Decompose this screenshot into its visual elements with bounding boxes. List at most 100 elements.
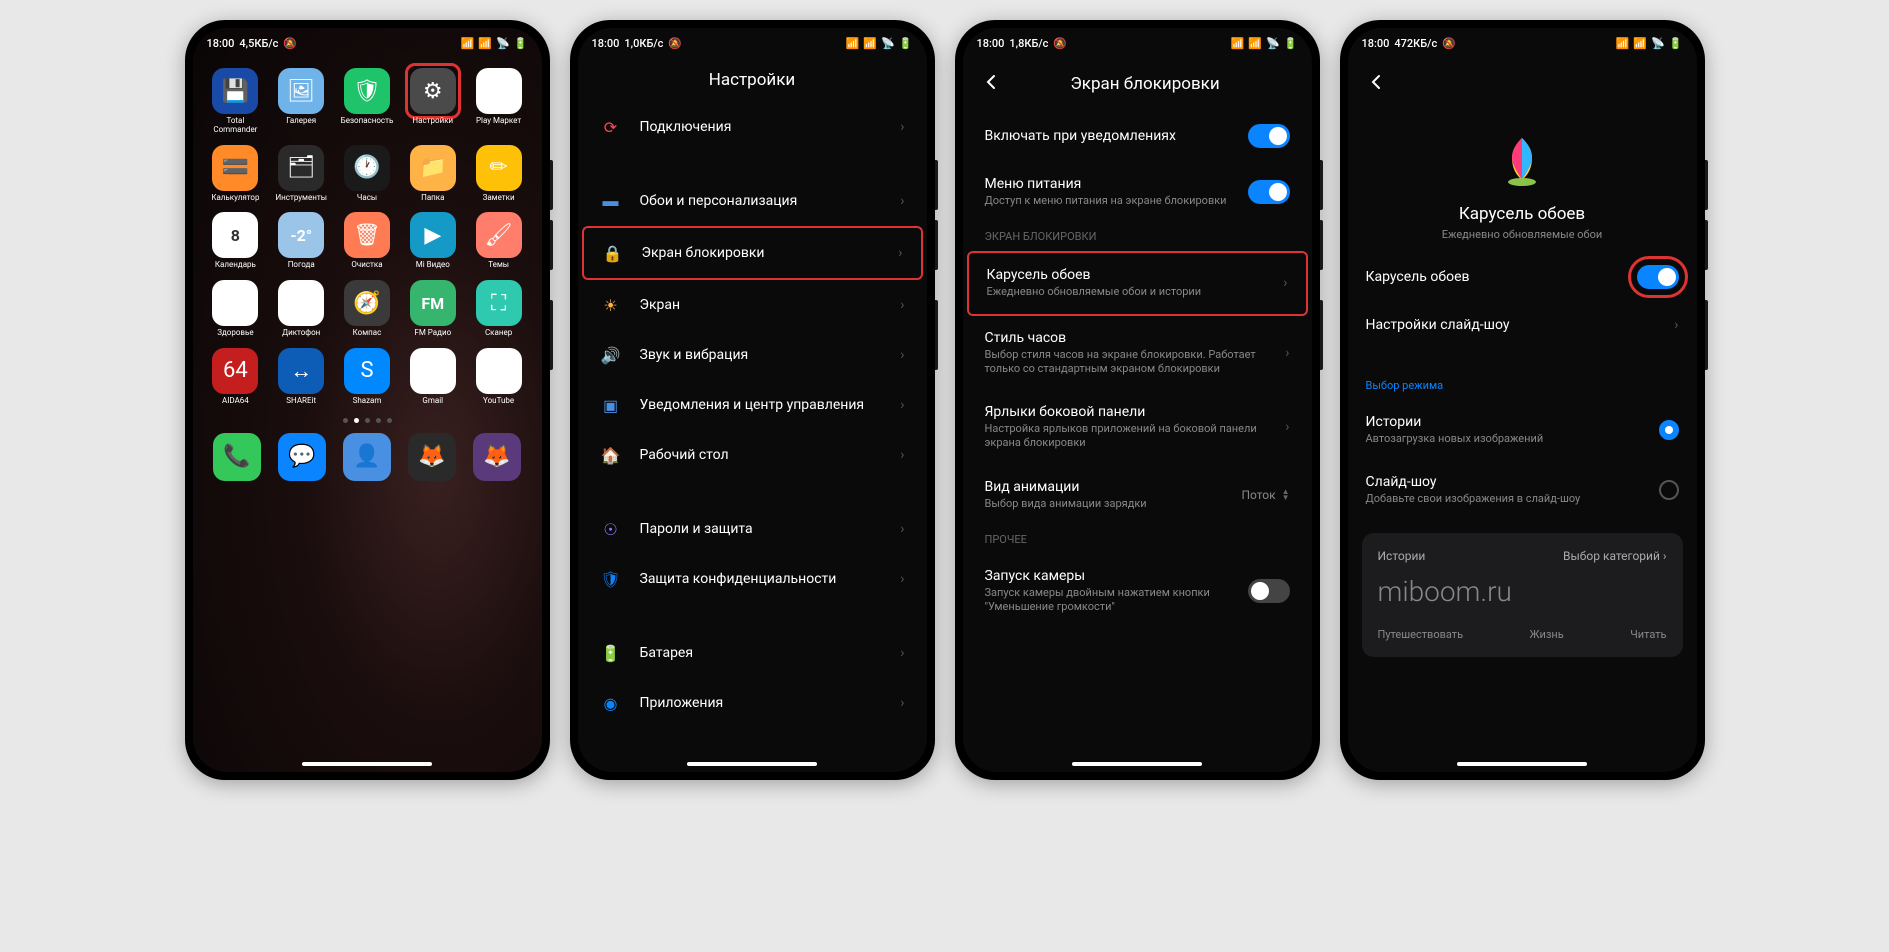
app-погода[interactable]: -2°Погода — [270, 212, 332, 270]
battery-icon: 🔋 — [899, 37, 913, 50]
volume-up-btn[interactable] — [550, 160, 553, 210]
tag[interactable]: Жизнь — [1530, 628, 1564, 641]
settings-row[interactable]: ☀Экран› — [582, 280, 923, 330]
row-clock-style[interactable]: Стиль часов Выбор стиля часов на экране … — [967, 316, 1308, 391]
settings-row[interactable]: ▬Обои и персонализация› — [582, 176, 923, 226]
app-папка[interactable]: 📁Папка — [402, 145, 464, 203]
dock-app[interactable]: 🦊 — [473, 433, 521, 481]
app-здоровье[interactable]: ❤Здоровье — [205, 280, 267, 338]
dock-app[interactable]: 💬 — [278, 433, 326, 481]
setting-value: Поток — [1241, 488, 1275, 502]
settings-row[interactable]: ◉Приложения› — [582, 678, 923, 728]
volume-down-btn[interactable] — [550, 220, 553, 270]
radio-selected[interactable] — [1659, 420, 1679, 440]
app-темы[interactable]: 🖌Темы — [468, 212, 530, 270]
settings-row[interactable]: ▣Уведомления и центр управления› — [582, 380, 923, 430]
story-card[interactable]: Истории Выбор категорий › miboom.ru Путе… — [1362, 533, 1683, 657]
dock-app[interactable]: 👤 — [343, 433, 391, 481]
status-bar: 18:00 1,0КБ/с 🔕 📶 📶 📡 🔋 — [578, 28, 927, 58]
app-заметки[interactable]: ✏Заметки — [468, 145, 530, 203]
row-animation-type[interactable]: Вид анимации Выбор вида анимации зарядки… — [967, 465, 1308, 525]
app-настройки[interactable]: ⚙Настройки — [402, 68, 464, 135]
setting-icon: ⟳ — [600, 116, 622, 138]
settings-row[interactable]: 🔊Звук и вибрация› — [582, 330, 923, 380]
tag[interactable]: Читать — [1630, 628, 1666, 641]
settings-row[interactable]: 🛡Защита конфиденциальности› — [582, 554, 923, 604]
toggle[interactable] — [1248, 180, 1290, 204]
toggle[interactable] — [1248, 124, 1290, 148]
nav-indicator[interactable] — [1457, 762, 1587, 766]
page-dot[interactable] — [387, 418, 392, 423]
app-безопасность[interactable]: 🛡Безопасность — [336, 68, 398, 135]
app-компас[interactable]: 🧭Компас — [336, 280, 398, 338]
app-галерея[interactable]: 🖼Галерея — [270, 68, 332, 135]
row-wallpaper-carousel[interactable]: Карусель обоев Ежедневно обновляемые обо… — [967, 251, 1308, 315]
card-right-link[interactable]: Выбор категорий › — [1563, 549, 1667, 563]
toggle[interactable] — [1248, 579, 1290, 603]
volume-down-btn[interactable] — [935, 220, 938, 270]
page-dot[interactable] — [354, 418, 359, 423]
app-shareit[interactable]: ↔SHAREit — [270, 348, 332, 406]
row-camera-launch[interactable]: Запуск камеры Запуск камеры двойным нажа… — [967, 554, 1308, 629]
back-button[interactable] — [979, 70, 1003, 98]
app-gmail[interactable]: MGmail — [402, 348, 464, 406]
volume-down-btn[interactable] — [1320, 220, 1323, 270]
settings-row[interactable]: 🔋Батарея› — [582, 628, 923, 678]
setting-title: Запуск камеры — [985, 568, 1230, 584]
app-очистка[interactable]: 🗑Очистка — [336, 212, 398, 270]
tag[interactable]: Путешествовать — [1378, 628, 1464, 641]
dock-app[interactable]: 📞 — [213, 433, 261, 481]
row-power-menu[interactable]: Меню питания Доступ к меню питания на эк… — [967, 162, 1308, 222]
app-total-commander[interactable]: 💾Total Commander — [205, 68, 267, 135]
nav-indicator[interactable] — [1072, 762, 1202, 766]
power-btn[interactable] — [550, 300, 553, 370]
nav-indicator[interactable] — [302, 762, 432, 766]
row-side-shortcuts[interactable]: Ярлыки боковой панели Настройка ярлыков … — [967, 390, 1308, 465]
app-icon: ⚙ — [410, 68, 456, 114]
app-диктофон[interactable]: ⏺Диктофон — [270, 280, 332, 338]
app-play-маркет[interactable]: ▶Play Маркет — [468, 68, 530, 135]
volume-up-btn[interactable] — [1705, 160, 1708, 210]
power-btn[interactable] — [935, 300, 938, 370]
app-aida64[interactable]: 64AIDA64 — [205, 348, 267, 406]
settings-row[interactable]: 🏠Рабочий стол› — [582, 430, 923, 480]
app-shazam[interactable]: SShazam — [336, 348, 398, 406]
power-btn[interactable] — [1320, 300, 1323, 370]
toggle-carousel[interactable] — [1637, 265, 1679, 289]
app-калькулятор[interactable]: 🟰Калькулятор — [205, 145, 267, 203]
app-сканер[interactable]: ⛶Сканер — [468, 280, 530, 338]
app-icon: 🛡 — [344, 68, 390, 114]
app-календарь[interactable]: 8Календарь — [205, 212, 267, 270]
app-youtube[interactable]: ▶YouTube — [468, 348, 530, 406]
setting-sub: Запуск камеры двойным нажатием кнопки "У… — [985, 586, 1230, 615]
app-инструменты[interactable]: 🗂Инструменты — [270, 145, 332, 203]
page-dot[interactable] — [365, 418, 370, 423]
dock-app[interactable]: 🦊 — [408, 433, 456, 481]
app-label: SHAREit — [286, 397, 316, 406]
header: Настройки — [578, 58, 927, 102]
settings-row[interactable]: ☉Пароли и защита› — [582, 504, 923, 554]
row-carousel-toggle[interactable]: Карусель обоев — [1348, 251, 1697, 303]
setting-title: Истории — [1366, 414, 1641, 430]
volume-up-btn[interactable] — [1320, 160, 1323, 210]
setting-icon: ◉ — [600, 692, 622, 714]
app-fm-радио[interactable]: FMFM Радио — [402, 280, 464, 338]
settings-row[interactable]: ⟳Подключения› — [582, 102, 923, 152]
row-slideshow-settings[interactable]: Настройки слайд-шоу › — [1348, 303, 1697, 347]
power-btn[interactable] — [1705, 300, 1708, 370]
row-mode-stories[interactable]: Истории Автозагрузка новых изображений — [1348, 400, 1697, 460]
app-mi-видео[interactable]: ▶Mi Видео — [402, 212, 464, 270]
nav-indicator[interactable] — [687, 762, 817, 766]
chevron-right-icon: › — [900, 119, 904, 135]
volume-up-btn[interactable] — [935, 160, 938, 210]
row-mode-slideshow[interactable]: Слайд-шоу Добавьте свои изображения в сл… — [1348, 460, 1697, 520]
back-button[interactable] — [1364, 70, 1388, 98]
page-dot[interactable] — [376, 418, 381, 423]
settings-row[interactable]: 🔒Экран блокировки› — [582, 226, 923, 280]
page-dot[interactable] — [343, 418, 348, 423]
row-notifications-wake[interactable]: Включать при уведомлениях — [967, 110, 1308, 162]
volume-down-btn[interactable] — [1705, 220, 1708, 270]
phone-carousel: 18:00 472КБ/с 🔕 📶 📶 📡 🔋 Кар — [1340, 20, 1705, 780]
app-часы[interactable]: 🕐Часы — [336, 145, 398, 203]
radio[interactable] — [1659, 480, 1679, 500]
